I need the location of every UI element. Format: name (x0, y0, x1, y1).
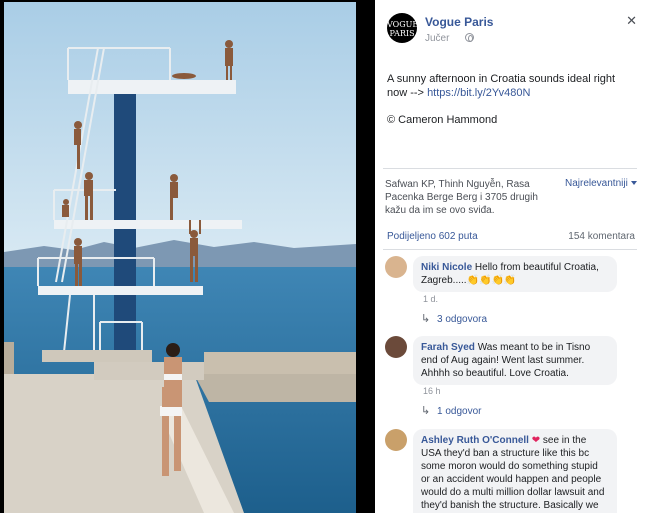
post-text: A sunny afternoon in Croatia sounds idea… (387, 72, 637, 100)
logo-line2: PARIS (389, 29, 415, 38)
post-side-panel: VOGUE PARIS Vogue Paris Jučer ✕ A sunny … (375, 0, 645, 513)
photo-credit: © Cameron Hammond (387, 114, 498, 126)
page-avatar[interactable]: VOGUE PARIS (387, 13, 419, 43)
view-replies-link[interactable]: 1 odgovor (437, 406, 481, 417)
comment-bubble: Farah Syed Was meant to be in Tisno end … (413, 336, 617, 385)
comment-time[interactable]: 1 d. (423, 294, 438, 304)
reply-arrow-icon: ↳ (421, 313, 431, 325)
sort-label: Najrelevantniji (565, 178, 628, 189)
divider (383, 168, 637, 169)
comment-item: Farah Syed Was meant to be in Tisno end … (385, 336, 637, 420)
chevron-down-icon (630, 181, 637, 186)
photo-viewer (0, 0, 375, 513)
avatar[interactable] (385, 429, 407, 451)
post-photo (4, 2, 356, 513)
post-timestamp[interactable]: Jučer (425, 33, 449, 44)
comment-author[interactable]: Farah Syed (421, 342, 475, 353)
comment-text: see in the USA they'd ban a structure li… (421, 435, 605, 511)
avatar[interactable] (385, 256, 407, 278)
comment-author[interactable]: Ashley Ruth O'Connell (421, 435, 529, 446)
globe-icon (465, 33, 474, 42)
view-replies-link[interactable]: 3 odgovora (437, 314, 487, 325)
post-link[interactable]: https://bit.ly/2Yv480N (427, 87, 530, 99)
likes-summary[interactable]: Safwan KP, Thinh Nguyễn, Rasa Pacenka Be… (385, 178, 555, 217)
heart-icon: ❤ (531, 435, 541, 446)
post-header: VOGUE PARIS Vogue Paris Jučer ✕ (387, 13, 637, 45)
shares-count[interactable]: Podijeljeno 602 puta (387, 231, 478, 242)
comment-time[interactable]: 16 h (423, 386, 441, 396)
comments-count[interactable]: 154 komentara (568, 231, 635, 242)
comment-bubble: Niki Nicole Hello from beautiful Croatia… (413, 256, 617, 292)
diving-tower-photo (4, 2, 356, 513)
comment-item: Ashley Ruth O'Connell ❤ see in the USA t… (385, 429, 637, 513)
logo-line1: VOGUE (387, 20, 419, 29)
close-icon[interactable]: ✕ (626, 13, 637, 29)
reply-arrow-icon: ↳ (421, 405, 431, 417)
comment-bubble: Ashley Ruth O'Connell ❤ see in the USA t… (413, 429, 617, 513)
sort-comments-dropdown[interactable]: Najrelevantniji (565, 178, 637, 189)
page-name-link[interactable]: Vogue Paris (425, 15, 493, 29)
divider (383, 249, 637, 250)
avatar[interactable] (385, 336, 407, 358)
comment-item: Niki Nicole Hello from beautiful Croatia… (385, 256, 637, 328)
comment-author[interactable]: Niki Nicole (421, 262, 472, 273)
